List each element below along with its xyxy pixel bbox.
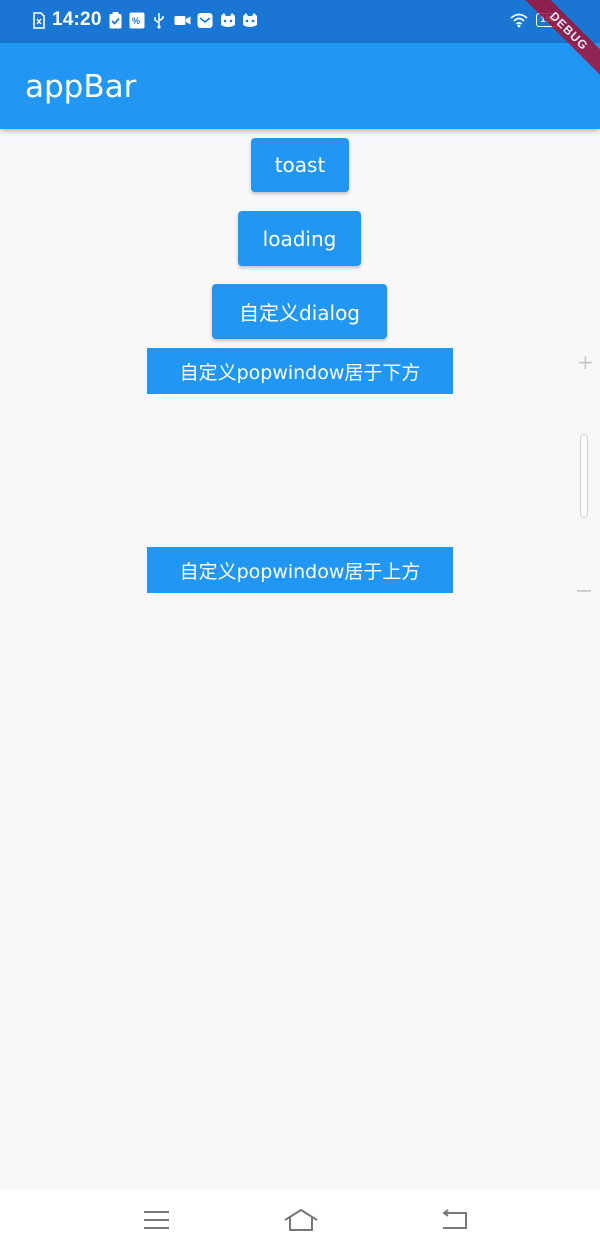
toast-button[interactable]: toast (251, 138, 349, 192)
loading-button[interactable]: loading (238, 211, 361, 266)
navigation-bar (0, 1189, 600, 1253)
popwindow-above-button[interactable]: 自定义popwindow居于上方 (147, 547, 453, 593)
usb-icon (154, 13, 164, 29)
menu-icon[interactable] (143, 1210, 170, 1230)
home-icon[interactable] (283, 1208, 319, 1232)
custom-dialog-button[interactable]: 自定义dialog (212, 284, 387, 339)
svg-text:%: % (132, 16, 140, 26)
clock: 14:20 (52, 9, 102, 30)
back-icon[interactable] (439, 1209, 469, 1231)
zoom-out-icon[interactable] (577, 590, 591, 592)
mail-icon (197, 13, 213, 28)
video-camera-icon (174, 16, 191, 25)
data-saver-icon: % (129, 12, 145, 29)
status-bar: 14:20 % 100 (0, 0, 600, 43)
clipboard-check-icon (109, 12, 122, 29)
cat-face-icon (243, 13, 257, 27)
cat-face-icon (221, 13, 235, 27)
popwindow-below-button[interactable]: 自定义popwindow居于下方 (147, 348, 453, 394)
zoom-in-icon[interactable]: + (577, 352, 594, 372)
sim-x-icon (33, 12, 45, 29)
scroll-thumb[interactable] (580, 434, 588, 518)
page-title: appBar (25, 69, 137, 105)
wifi-icon (510, 13, 528, 28)
app-bar: appBar (0, 43, 600, 129)
